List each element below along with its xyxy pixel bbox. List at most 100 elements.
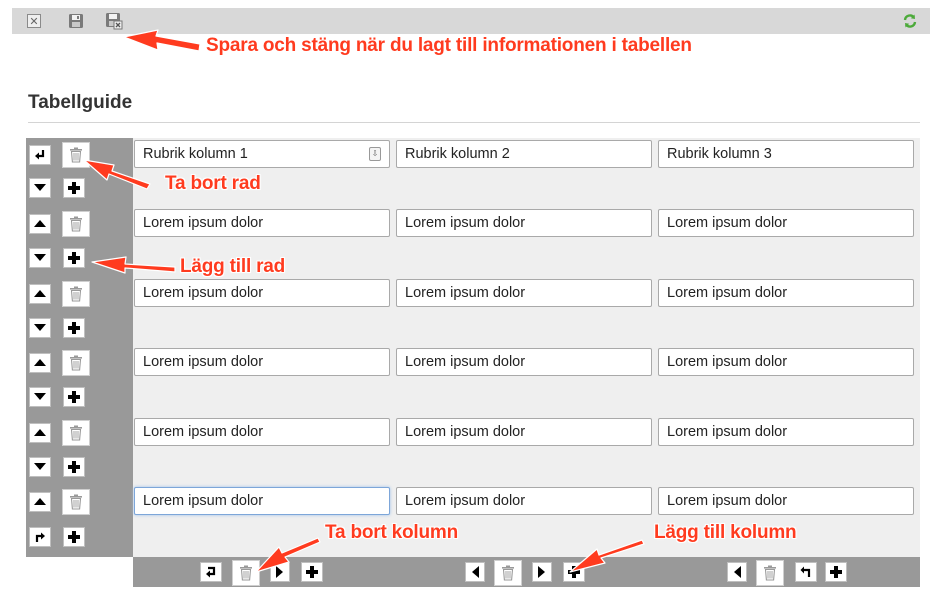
arrow-return-left-icon	[206, 566, 216, 578]
table-cell[interactable]: Lorem ipsum dolor	[134, 279, 390, 307]
delete-column-button[interactable]	[494, 560, 522, 586]
add-row-button[interactable]	[63, 178, 85, 198]
save-close-icon	[106, 13, 123, 30]
refresh-button[interactable]	[900, 11, 920, 31]
header-cell[interactable]: Rubrik kolumn 1 ⇩	[134, 140, 390, 168]
trash-icon	[70, 147, 82, 163]
plus-icon	[68, 182, 80, 194]
annotation-add-row: Lägg till rad	[180, 256, 286, 277]
delete-column-button[interactable]	[232, 560, 260, 586]
plus-icon	[68, 322, 80, 334]
table-cell[interactable]: Lorem ipsum dolor	[396, 418, 652, 446]
trash-icon	[764, 565, 776, 581]
add-row-button[interactable]	[63, 248, 85, 268]
trash-icon	[70, 216, 82, 232]
table-cell[interactable]: Lorem ipsum dolor	[134, 209, 390, 237]
delete-row-button[interactable]	[62, 350, 90, 376]
plus-icon	[68, 391, 80, 403]
trash-icon	[70, 494, 82, 510]
table-cell[interactable]: Lorem ipsum dolor	[396, 348, 652, 376]
table-cell[interactable]: Lorem ipsum dolor	[658, 279, 914, 307]
arrow-left-icon	[734, 566, 741, 578]
delete-column-button[interactable]	[756, 560, 784, 586]
add-row-button[interactable]	[63, 527, 85, 547]
table-cell[interactable]: Lorem ipsum dolor	[396, 279, 652, 307]
cell-format-icon[interactable]: ⇩	[369, 147, 381, 161]
top-toolbar: ✕	[12, 8, 930, 34]
move-row-up-button[interactable]	[29, 353, 51, 373]
plus-icon	[568, 566, 580, 578]
add-column-button[interactable]	[563, 562, 585, 582]
move-row-to-header-button[interactable]	[29, 527, 51, 547]
trash-icon	[502, 565, 514, 581]
delete-row-button[interactable]	[62, 142, 90, 168]
trash-icon	[70, 425, 82, 441]
add-column-button[interactable]	[825, 562, 847, 582]
page-title: Tabellguide	[28, 92, 133, 113]
header-cell[interactable]: Rubrik kolumn 3	[658, 140, 914, 168]
close-button[interactable]: ✕	[24, 11, 44, 31]
move-column-to-end-button[interactable]	[795, 562, 817, 582]
arrow-down-icon	[34, 184, 46, 191]
add-row-button[interactable]	[63, 318, 85, 338]
add-row-button[interactable]	[63, 387, 85, 407]
arrow-up-icon	[34, 429, 46, 436]
arrow-down-icon	[34, 463, 46, 470]
arrow-up-icon	[34, 359, 46, 366]
arrow-down-icon	[34, 393, 46, 400]
annotation-remove-column: Ta bort kolumn	[325, 522, 459, 543]
move-row-down-button[interactable]	[29, 318, 51, 338]
move-column-left-button[interactable]	[465, 562, 485, 582]
arrow-return-down-icon	[35, 532, 45, 542]
save-button[interactable]	[66, 11, 86, 31]
arrow-return-right-icon	[800, 566, 811, 577]
table-cell[interactable]: Lorem ipsum dolor	[658, 209, 914, 237]
close-icon: ✕	[27, 14, 41, 28]
delete-row-button[interactable]	[62, 489, 90, 515]
arrow-right-icon	[276, 566, 283, 578]
delete-row-button[interactable]	[62, 420, 90, 446]
arrow-return-up-icon	[35, 150, 45, 160]
move-column-right-button[interactable]	[532, 562, 552, 582]
annotation-save-close: Spara och stäng när du lagt till informa…	[206, 35, 692, 56]
table-cell[interactable]: Lorem ipsum dolor	[658, 418, 914, 446]
trash-icon	[70, 355, 82, 371]
move-column-right-button[interactable]	[270, 562, 290, 582]
save-and-close-button[interactable]	[104, 11, 124, 31]
move-row-up-button[interactable]	[29, 492, 51, 512]
move-row-down-button[interactable]	[29, 387, 51, 407]
plus-icon	[306, 566, 318, 578]
table-cell[interactable]: Lorem ipsum dolor	[396, 487, 652, 515]
move-column-left-button[interactable]	[727, 562, 747, 582]
table-cell[interactable]: Lorem ipsum dolor	[134, 348, 390, 376]
table-cell[interactable]: Lorem ipsum dolor	[134, 487, 390, 515]
arrow-up-icon	[34, 220, 46, 227]
move-row-down-button[interactable]	[29, 457, 51, 477]
arrow-right-icon	[538, 566, 545, 578]
move-row-up-button[interactable]	[29, 214, 51, 234]
delete-row-button[interactable]	[62, 211, 90, 237]
move-column-to-header-button[interactable]	[200, 562, 222, 582]
plus-icon	[830, 566, 842, 578]
header-cell[interactable]: Rubrik kolumn 2	[396, 140, 652, 168]
move-row-down-button[interactable]	[29, 248, 51, 268]
move-row-down-button[interactable]	[29, 178, 51, 198]
add-row-button[interactable]	[63, 457, 85, 477]
table-cell[interactable]: Lorem ipsum dolor	[396, 209, 652, 237]
table-cell[interactable]: Lorem ipsum dolor	[134, 418, 390, 446]
save-icon	[69, 14, 83, 28]
table-cell[interactable]: Lorem ipsum dolor	[658, 487, 914, 515]
annotation-remove-row: Ta bort rad	[165, 173, 261, 194]
move-header-row-button[interactable]	[29, 145, 51, 165]
delete-row-button[interactable]	[62, 281, 90, 307]
header-cell-text: Rubrik kolumn 1	[143, 146, 248, 162]
move-row-up-button[interactable]	[29, 284, 51, 304]
annotation-add-column: Lägg till kolumn	[654, 522, 797, 543]
arrow-up-icon	[34, 290, 46, 297]
move-row-up-button[interactable]	[29, 423, 51, 443]
refresh-icon	[903, 14, 917, 28]
table-cell[interactable]: Lorem ipsum dolor	[658, 348, 914, 376]
plus-icon	[68, 252, 80, 264]
title-divider	[28, 122, 920, 123]
add-column-button[interactable]	[301, 562, 323, 582]
